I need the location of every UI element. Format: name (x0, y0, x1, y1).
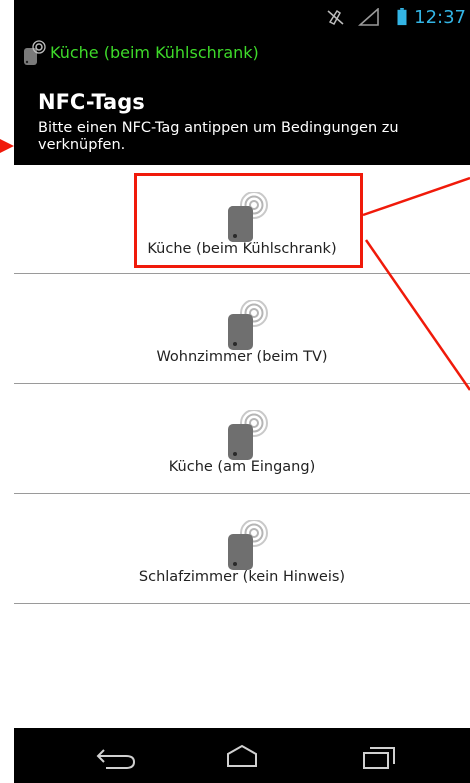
annotation-arrow-icon (0, 139, 14, 153)
nfc-tag-icon (228, 410, 268, 460)
tag-label: Küche (am Eingang) (168, 459, 316, 475)
tag-item[interactable]: Küche (beim Kühlschrank) (14, 166, 470, 274)
nfc-tag-list: Küche (beim Kühlschrank) Wohnzimmer (bei… (14, 166, 470, 604)
page-header: NFC-Tags Bitte einen NFC-Tag antippen um… (14, 70, 470, 165)
signal-icon (358, 8, 379, 26)
app-title: Küche (beim Kühlschrank) (50, 43, 259, 62)
app-action-bar: Küche (beim Kühlschrank) (14, 36, 470, 70)
nfc-tag-icon (228, 192, 268, 242)
nfc-tag-icon[interactable] (22, 40, 48, 66)
page-description: Bitte einen NFC-Tag antippen um Bedingun… (38, 120, 399, 153)
tag-item[interactable]: Wohnzimmer (beim TV) (14, 274, 470, 384)
tag-label: Schlafzimmer (kein Hinweis) (138, 569, 346, 585)
navigation-bar (14, 728, 470, 783)
tag-label: Wohnzimmer (beim TV) (156, 349, 328, 365)
tag-item[interactable]: Schlafzimmer (kein Hinweis) (14, 494, 470, 604)
back-icon[interactable] (90, 740, 142, 772)
mute-icon (327, 9, 344, 25)
status-time: 12:37 (414, 7, 466, 28)
tag-item[interactable]: Küche (am Eingang) (14, 384, 470, 494)
tag-label: Küche (beim Kühlschrank) (147, 241, 337, 257)
status-bar: 12:37 (14, 0, 470, 36)
battery-icon (397, 8, 407, 26)
home-icon[interactable] (216, 740, 268, 772)
page-title: NFC-Tags (38, 90, 145, 114)
recent-apps-icon[interactable] (354, 740, 406, 772)
nfc-tag-icon (228, 520, 268, 570)
nfc-tag-icon (228, 300, 268, 350)
phone-screen: 12:37 Küche (beim Kühlschrank) NFC-Tags … (14, 0, 470, 783)
